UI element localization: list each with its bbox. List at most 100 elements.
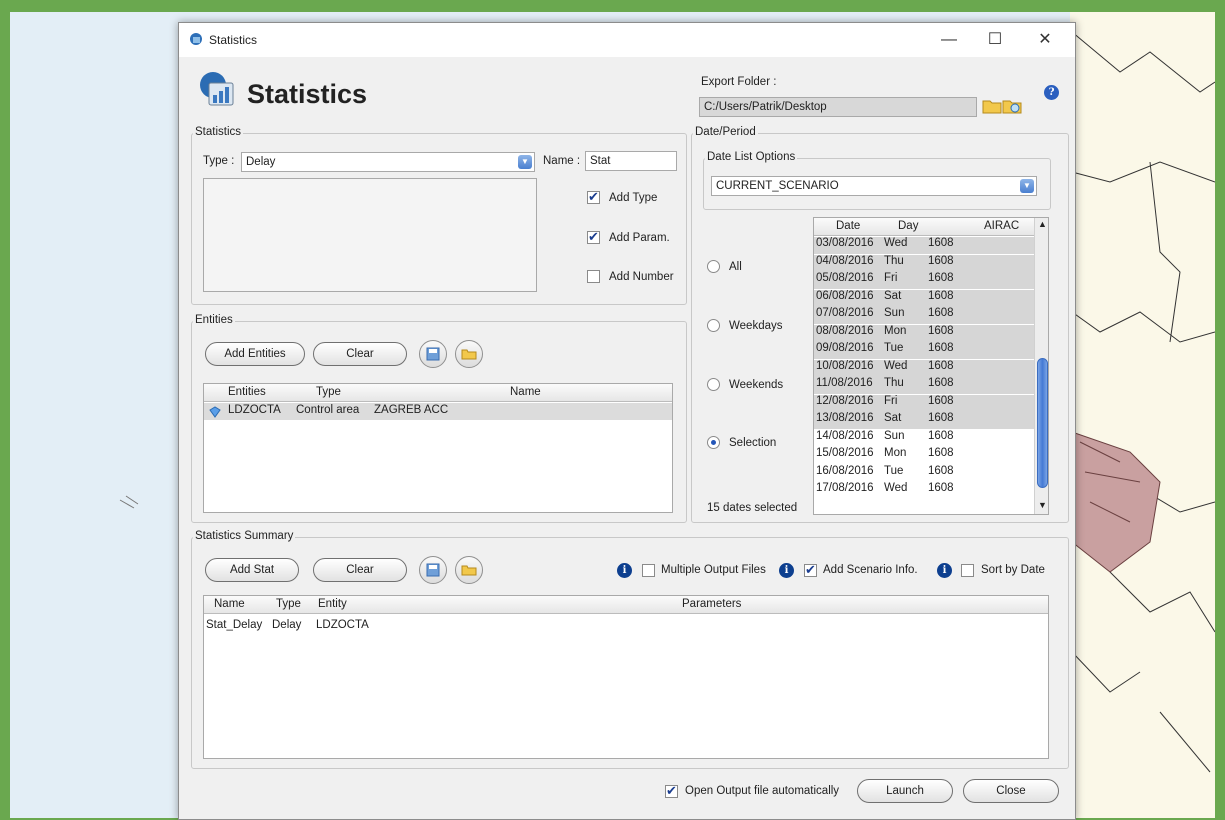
date-row[interactable]: 08/08/2016 Mon 1608 bbox=[814, 324, 1034, 342]
radio-weekends-label: Weekends bbox=[729, 379, 784, 391]
airac-cell: 1608 bbox=[928, 254, 954, 267]
multiple-output-checkbox[interactable] bbox=[642, 564, 655, 577]
airac-cell: 1608 bbox=[928, 272, 954, 284]
save-stats-button[interactable] bbox=[419, 556, 447, 584]
date-row[interactable]: 14/08/2016 Sun 1608 bbox=[814, 430, 1034, 447]
table-row[interactable]: LDZOCTA Control area ZAGREB ACC bbox=[204, 403, 672, 420]
date-row[interactable]: 10/08/2016 Wed 1608 bbox=[814, 359, 1034, 377]
day-cell: Wed bbox=[884, 359, 908, 372]
help-icon[interactable]: ? bbox=[1044, 85, 1059, 100]
dates-selected-count: 15 dates selected bbox=[707, 502, 798, 514]
add-number-checkbox[interactable] bbox=[587, 270, 600, 283]
date-row[interactable]: 15/08/2016 Mon 1608 bbox=[814, 447, 1034, 464]
date-row[interactable]: 17/08/2016 Wed 1608 bbox=[814, 482, 1034, 499]
radio-weekdays[interactable] bbox=[707, 319, 720, 332]
clear-stats-button[interactable]: Clear bbox=[313, 558, 407, 582]
export-folder-field[interactable]: C:/Users/Patrik/Desktop bbox=[699, 97, 977, 117]
dates-scrollbar[interactable]: ▲ ▼ bbox=[1034, 218, 1048, 514]
export-folder-label: Export Folder : bbox=[701, 76, 777, 88]
date-row[interactable]: 11/08/2016 Thu 1608 bbox=[814, 377, 1034, 394]
folder-icon[interactable] bbox=[981, 95, 1003, 117]
add-number-label: Add Number bbox=[609, 271, 674, 283]
date-row[interactable]: 13/08/2016 Sat 1608 bbox=[814, 412, 1034, 429]
scroll-thumb[interactable] bbox=[1037, 358, 1048, 488]
airac-cell: 1608 bbox=[928, 342, 954, 354]
add-entities-button[interactable]: Add Entities bbox=[205, 342, 305, 366]
radio-selection[interactable] bbox=[707, 436, 720, 449]
folder-search-icon[interactable] bbox=[1001, 95, 1023, 117]
summary-table[interactable]: Name Type Entity Parameters Stat_Delay D… bbox=[203, 595, 1049, 759]
airac-cell: 1608 bbox=[928, 307, 954, 319]
date-row[interactable]: 03/08/2016 Wed 1608 bbox=[814, 237, 1034, 254]
statistics-params-area[interactable] bbox=[203, 178, 537, 292]
scroll-down-icon[interactable]: ▼ bbox=[1038, 500, 1047, 510]
date-row[interactable]: 09/08/2016 Tue 1608 bbox=[814, 342, 1034, 359]
date-cell: 14/08/2016 bbox=[816, 429, 874, 442]
airac-cell: 1608 bbox=[928, 237, 954, 249]
app-icon bbox=[190, 33, 202, 45]
column-header[interactable]: Name bbox=[214, 598, 245, 610]
column-header[interactable]: Parameters bbox=[682, 598, 741, 610]
open-output-label: Open Output file automatically bbox=[685, 785, 840, 797]
close-window-button[interactable]: ✕ bbox=[1025, 27, 1065, 53]
open-output-checkbox[interactable] bbox=[665, 783, 678, 799]
close-button[interactable]: Close bbox=[963, 779, 1059, 803]
info-icon[interactable]: i bbox=[937, 563, 952, 578]
column-header[interactable]: Entity bbox=[318, 598, 347, 610]
entity-icon bbox=[209, 406, 221, 418]
entities-table[interactable]: Entities Type Name LDZOCTA Control area … bbox=[203, 383, 673, 513]
summary-table-header: Name Type Entity Parameters bbox=[204, 596, 1048, 614]
multiple-output-label: Multiple Output Files bbox=[661, 564, 766, 576]
name-label: Name : bbox=[543, 155, 581, 167]
sort-by-date-checkbox[interactable] bbox=[961, 564, 974, 577]
clear-entities-button[interactable]: Clear bbox=[313, 342, 407, 366]
open-entities-button[interactable] bbox=[455, 340, 483, 368]
date-row[interactable]: 05/08/2016 Fri 1608 bbox=[814, 272, 1034, 289]
airac-cell: 1608 bbox=[928, 377, 954, 389]
day-cell: Tue bbox=[884, 464, 904, 477]
add-type-checkbox[interactable] bbox=[587, 189, 600, 205]
column-header[interactable]: Type bbox=[276, 598, 301, 610]
column-header[interactable]: Entities bbox=[228, 386, 266, 398]
date-row[interactable]: 16/08/2016 Tue 1608 bbox=[814, 465, 1034, 482]
info-icon[interactable]: i bbox=[779, 563, 794, 578]
date-period-group-title: Date/Period bbox=[693, 126, 758, 138]
column-header[interactable]: Date bbox=[836, 220, 860, 232]
add-stat-button[interactable]: Add Stat bbox=[205, 558, 299, 582]
column-header[interactable]: Type bbox=[316, 386, 341, 398]
entity-cell: LDZOCTA bbox=[228, 404, 281, 416]
date-row[interactable]: 04/08/2016 Thu 1608 bbox=[814, 254, 1034, 272]
date-cell: 17/08/2016 bbox=[816, 482, 874, 494]
entity-cell: LDZOCTA bbox=[316, 619, 369, 631]
save-entities-button[interactable] bbox=[419, 340, 447, 368]
date-row[interactable]: 06/08/2016 Sat 1608 bbox=[814, 289, 1034, 307]
date-list-options-select[interactable]: CURRENT_SCENARIO ▼ bbox=[711, 176, 1037, 196]
info-icon[interactable]: i bbox=[617, 563, 632, 578]
date-row[interactable]: 07/08/2016 Sun 1608 bbox=[814, 307, 1034, 324]
date-row[interactable]: 12/08/2016 Fri 1608 bbox=[814, 394, 1034, 412]
column-header[interactable]: AIRAC bbox=[984, 220, 1019, 232]
minimize-button[interactable]: — bbox=[929, 27, 969, 53]
name-field[interactable]: Stat bbox=[585, 151, 677, 171]
column-header[interactable]: Day bbox=[898, 220, 918, 232]
add-scenario-checkbox[interactable] bbox=[804, 562, 817, 578]
dates-table[interactable]: Date Day AIRAC 03/08/2016 Wed 1608 04/08/20… bbox=[813, 217, 1049, 515]
maximize-button[interactable]: ☐ bbox=[975, 27, 1015, 53]
open-stats-button[interactable] bbox=[455, 556, 483, 584]
scroll-up-icon[interactable]: ▲ bbox=[1038, 219, 1047, 229]
airac-cell: 1608 bbox=[928, 394, 954, 407]
day-cell: Sun bbox=[884, 307, 905, 319]
day-cell: Fri bbox=[884, 272, 898, 284]
table-row[interactable]: Stat_Delay Delay LDZOCTA bbox=[204, 618, 1048, 635]
radio-all[interactable] bbox=[707, 260, 720, 273]
chevron-down-icon: ▼ bbox=[1020, 179, 1034, 193]
column-header[interactable]: Name bbox=[510, 386, 541, 398]
type-select[interactable]: Delay ▼ bbox=[241, 152, 535, 172]
launch-button[interactable]: Launch bbox=[857, 779, 953, 803]
page-title: Statistics bbox=[247, 79, 368, 109]
date-cell: 15/08/2016 bbox=[816, 447, 874, 459]
day-cell: Fri bbox=[884, 394, 898, 407]
add-param-checkbox[interactable] bbox=[587, 229, 600, 245]
dates-table-header: Date Day AIRAC bbox=[814, 218, 1034, 236]
radio-weekends[interactable] bbox=[707, 378, 720, 391]
